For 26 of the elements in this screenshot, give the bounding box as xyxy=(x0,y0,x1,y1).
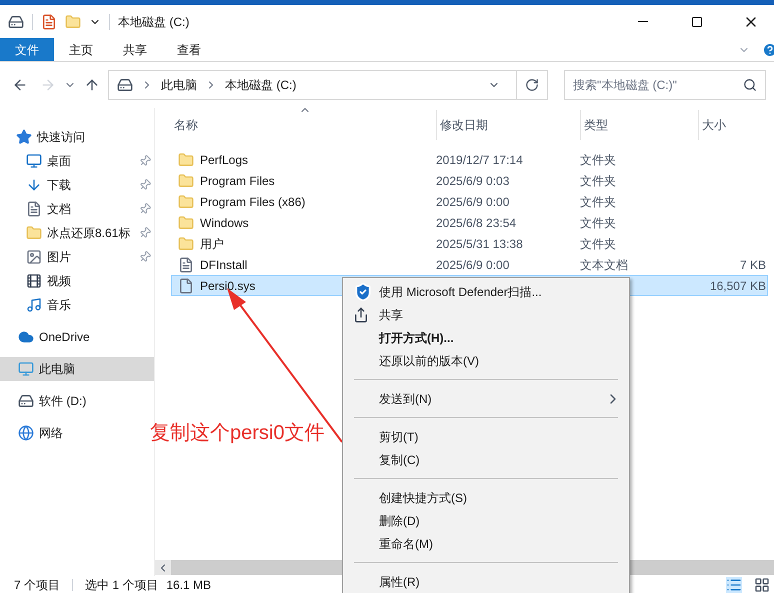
modified-date: 2019/12/7 17:14 xyxy=(436,152,524,168)
selection-count: 选中 1 个项目 xyxy=(85,576,158,593)
file-type: 文件夹 xyxy=(580,236,617,252)
file-type: 文本文档 xyxy=(580,256,629,274)
file-type: 文件夹 xyxy=(580,152,617,168)
file-name: 用户 xyxy=(200,236,224,252)
file-name: Windows xyxy=(200,214,249,232)
file-name: PerfLogs xyxy=(200,152,248,168)
selection-size: 16.1 MB xyxy=(166,576,212,593)
file-name: Program Files xyxy=(200,172,275,190)
modified-date: 2025/6/9 0:03 xyxy=(436,172,510,190)
file-type: 文件夹 xyxy=(580,172,617,190)
file-size: 7 KB xyxy=(738,256,766,274)
item-count: 7 个项目 xyxy=(14,576,60,593)
annotation-text: 复制这个persi0文件 xyxy=(150,421,324,446)
file-type: 文件夹 xyxy=(580,214,617,232)
file-name: Program Files (x86) xyxy=(200,194,306,210)
modified-date: 2025/6/9 0:00 xyxy=(436,256,510,274)
file-size: 16,507 KB xyxy=(708,278,766,294)
file-type: 文件夹 xyxy=(580,194,617,210)
window-title: 本地磁盘 (C:) xyxy=(118,14,190,30)
file-name: Persi0.sys xyxy=(200,278,256,294)
file-name: DFInstall xyxy=(200,256,248,274)
modified-date: 2025/6/9 0:00 xyxy=(436,194,510,210)
modified-date: 2025/5/31 13:38 xyxy=(436,236,524,252)
modified-date: 2025/6/8 23:54 xyxy=(436,214,518,232)
